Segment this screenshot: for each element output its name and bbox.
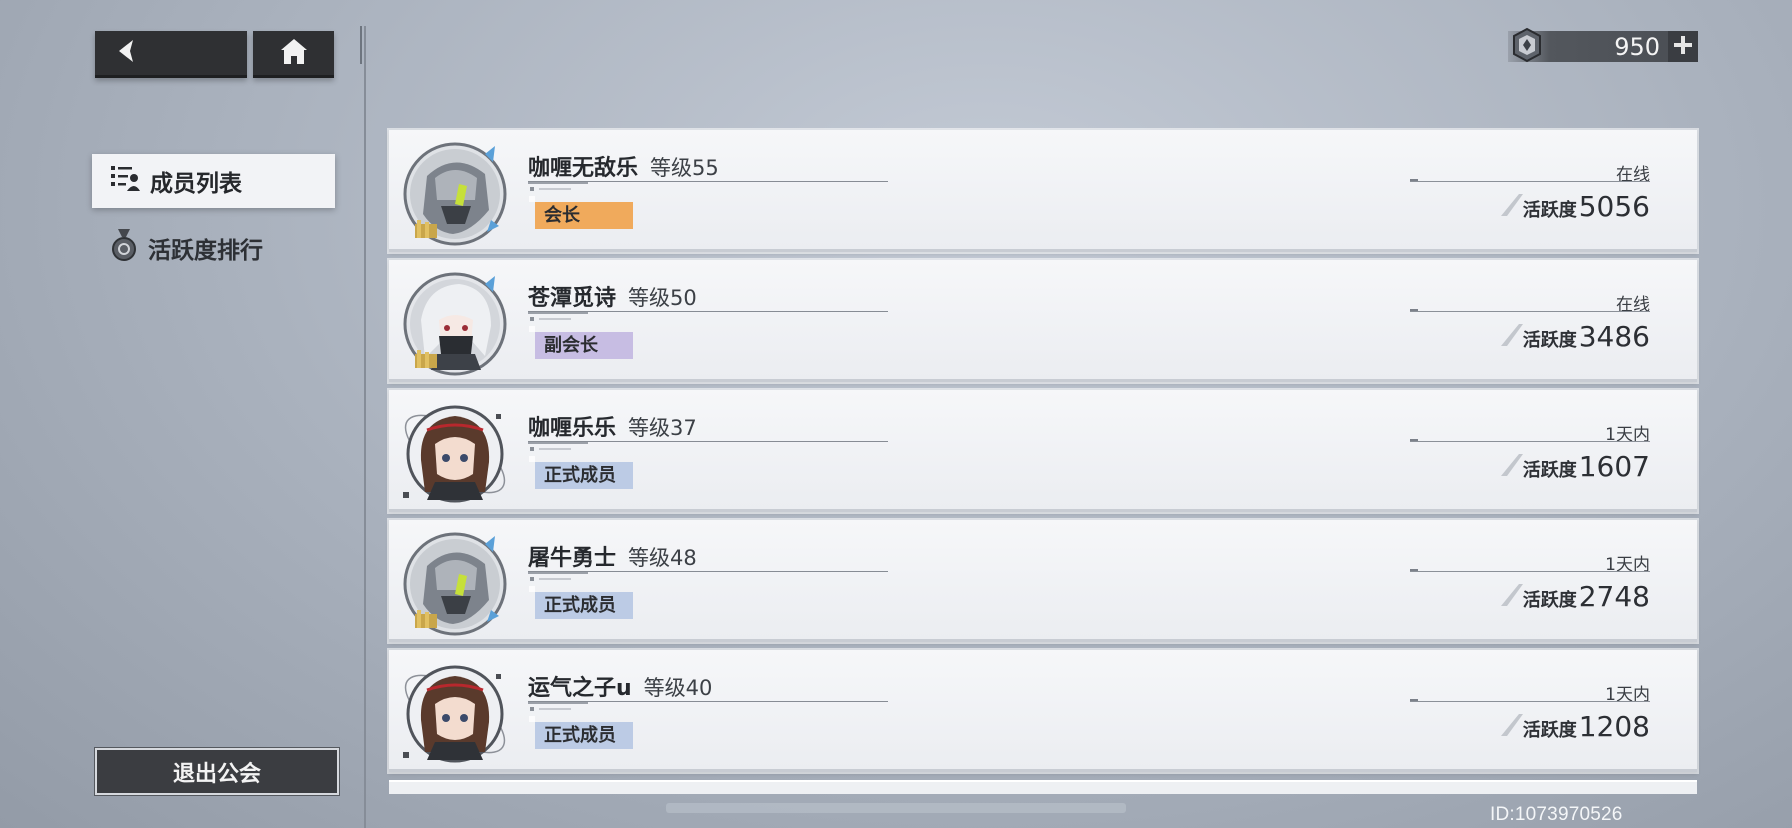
decor-dot — [530, 447, 534, 451]
add-currency-button[interactable] — [1668, 31, 1698, 62]
slash-decor-icon — [1499, 712, 1525, 742]
member-level: 等级55 — [650, 156, 719, 180]
decor-dash — [539, 708, 571, 710]
name-divider — [528, 181, 888, 184]
slash-decor-icon — [1499, 452, 1525, 482]
activity-value: 5056 — [1578, 190, 1650, 223]
member-row[interactable]: 屠牛勇士 等级48 正式成员 1天内 活跃度 2748 — [389, 520, 1697, 642]
member-name: 屠牛勇士 — [528, 546, 617, 571]
exit-guild-button[interactable]: 退出公会 — [94, 747, 340, 796]
member-name: 苍潭觅诗 — [528, 286, 617, 311]
decor-dash — [539, 448, 571, 450]
member-level: 等级50 — [628, 286, 697, 310]
activity-label: 活跃度 — [1522, 590, 1577, 611]
sidebar-divider — [364, 26, 366, 828]
activity-score: 活跃度 3486 — [1500, 320, 1650, 353]
decor-dot — [530, 317, 534, 321]
role-badge: 正式成员 — [529, 586, 633, 619]
slash-decor-icon — [1499, 322, 1525, 352]
divider-accent — [360, 26, 362, 64]
member-avatar[interactable] — [401, 400, 509, 508]
player-id: ID:1073970526 — [1490, 804, 1623, 825]
status-divider — [1410, 569, 1650, 572]
activity-value: 3486 — [1578, 320, 1650, 353]
name-divider — [528, 311, 888, 314]
member-row[interactable]: 咖喱无敌乐 等级55 会长 在线 活跃度 5056 — [389, 130, 1697, 252]
status-divider — [1410, 439, 1650, 442]
slash-decor-icon — [1499, 192, 1525, 222]
home-button[interactable] — [253, 31, 334, 78]
activity-label: 活跃度 — [1522, 200, 1577, 221]
decor-dash — [539, 188, 571, 190]
role-badge: 正式成员 — [529, 716, 633, 749]
member-name: 咖喱乐乐 — [528, 416, 617, 441]
member-row-partial[interactable] — [389, 780, 1697, 794]
activity-label: 活跃度 — [1522, 720, 1577, 741]
member-name: 运气之子u — [528, 676, 632, 701]
member-name: 咖喱无敌乐 — [528, 156, 639, 181]
activity-value: 1208 — [1578, 710, 1650, 743]
arrow-left-icon — [115, 38, 137, 68]
decor-dash — [539, 578, 571, 580]
currency-value: 950 — [1614, 32, 1660, 61]
back-button[interactable] — [95, 31, 247, 78]
decor-dot — [530, 577, 534, 581]
member-avatar[interactable] — [401, 530, 509, 638]
activity-score: 活跃度 5056 — [1500, 190, 1650, 223]
activity-value: 1607 — [1578, 450, 1650, 483]
role-badge: 会长 — [529, 196, 633, 229]
member-list-icon — [110, 164, 140, 198]
member-row[interactable]: 咖喱乐乐 等级37 正式成员 1天内 活跃度 1607 — [389, 390, 1697, 512]
member-level: 等级48 — [628, 546, 697, 570]
exit-guild-label: 退出公会 — [172, 761, 261, 787]
name-divider — [528, 701, 888, 704]
slash-decor-icon — [1499, 582, 1525, 612]
role-badge: 正式成员 — [529, 456, 633, 489]
sidebar-item-label: 活跃度排行 — [148, 238, 263, 264]
currency-display: 950 — [1508, 27, 1698, 63]
status-divider — [1410, 699, 1650, 702]
name-divider — [528, 441, 888, 444]
activity-score: 活跃度 1607 — [1500, 450, 1650, 483]
member-avatar[interactable] — [401, 660, 509, 768]
tab-activity-ranking[interactable]: 活跃度排行 — [92, 221, 335, 275]
activity-value: 2748 — [1578, 580, 1650, 613]
member-row[interactable]: 苍潭觅诗 等级50 副会长 在线 活跃度 3486 — [389, 260, 1697, 382]
role-badge: 副会长 — [529, 326, 633, 359]
status-divider — [1410, 309, 1650, 312]
activity-score: 活跃度 2748 — [1500, 580, 1650, 613]
sidebar-item-label: 成员列表 — [150, 171, 242, 197]
medal-icon — [110, 228, 138, 268]
scrollbar[interactable] — [666, 803, 1126, 813]
tab-member-list[interactable]: 成员列表 — [92, 154, 335, 208]
activity-score: 活跃度 1208 — [1500, 710, 1650, 743]
decor-dot — [530, 187, 534, 191]
guild-coin-icon — [1510, 27, 1544, 67]
activity-label: 活跃度 — [1522, 330, 1577, 351]
status-divider — [1410, 179, 1650, 182]
member-level: 等级40 — [643, 676, 713, 700]
member-avatar[interactable] — [401, 270, 509, 378]
decor-dot — [530, 707, 534, 711]
member-avatar[interactable] — [401, 140, 509, 248]
name-divider — [528, 571, 888, 574]
activity-label: 活跃度 — [1522, 460, 1577, 481]
plus-icon — [1674, 35, 1692, 58]
member-row[interactable]: 运气之子u 等级40 正式成员 1天内 活跃度 1208 — [389, 650, 1697, 772]
member-list: 咖喱无敌乐 等级55 会长 在线 活跃度 5056 苍潭觅诗 等级50 副会长 … — [389, 130, 1697, 794]
member-level: 等级37 — [628, 416, 697, 440]
decor-dash — [539, 318, 571, 320]
home-icon — [279, 37, 309, 69]
